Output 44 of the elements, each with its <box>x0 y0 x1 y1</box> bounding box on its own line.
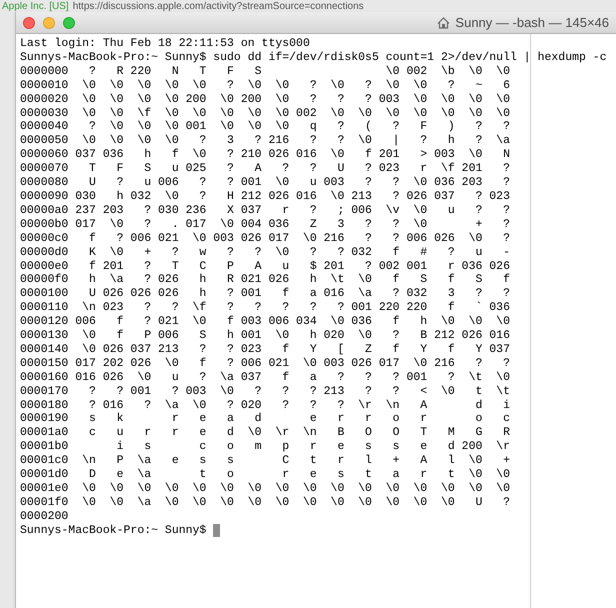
terminal-line: 00000a0 237 203 ? 030 236 X 037 r ? ; 006 \v \0 u ? ? <box>20 204 511 218</box>
terminal-line: 00001d0 D e \a t o r e s t a r t \0 \0 <box>20 468 511 482</box>
terminal-line: 0000080 U ? u 006 ? ? 001 \0 u 003 ? ? \0 036 203 ? <box>20 176 511 190</box>
terminal-line: 00000e0 f 201 ? T C P A u $ 201 ? 002 001 r 036 026 <box>20 260 511 274</box>
terminal-line: 0000200 <box>20 510 70 524</box>
home-icon <box>437 16 450 28</box>
terminal-line: 0000180 ? 016 ? \a \0 ? 020 ? ? ? \r \n A d i <box>20 398 511 412</box>
close-button[interactable] <box>23 16 35 28</box>
terminal-line: 0000110 \n 023 ? ? \f ? ? ? ? ? 001 220 220 f ` 036 <box>20 301 511 316</box>
terminal-line: 00001c0 \n P \a e s s C t r l + A l \0 + <box>20 454 511 468</box>
terminal-line: 0000100 U 026 026 026 h ? 001 f a 016 \a ? 032 3 ? ? <box>20 287 511 302</box>
terminal-line: 0000190 s k r e a d e r r o r o c <box>20 412 511 426</box>
terminal-line: Sunnys-MacBook-Pro:~ Sunny$ sudo dd if=/dev/rdisk0s5 count=1 2>/dev/null | hexdump -c <box>20 50 608 65</box>
terminal-line: 00001a0 c u r r e d \0 \r \n B O O T M G R <box>20 426 511 440</box>
terminal-line: Last login: Thu Feb 18 22:11:53 on ttys000 <box>20 37 311 51</box>
terminal-line: 0000140 \0 026 037 213 ? ? 023 f Y [ Z f Y f Y 037 <box>20 342 511 357</box>
terminal-line: 00000f0 h \a ? 026 h R 021 026 h \t \0 f S f S f <box>20 273 511 288</box>
terminal-line: 0000160 016 026 \0 u ? \a 037 f a ? ? ? 001 ? \t \0 <box>20 370 511 385</box>
terminal-line: 0000060 037 036 h f \0 ? 210 026 016 \0 f 201 > 003 \0 N <box>20 148 511 162</box>
terminal-line: 0000120 006 f ? 021 \0 f 003 006 034 \0 036 f h \0 \0 \0 <box>20 315 511 330</box>
terminal-line: 0000070 T F S u 025 ? A ? ? U ? 023 r \f 201 ? <box>20 162 511 176</box>
terminal-line: 00001e0 \0 \0 \0 \0 \0 \0 \0 \0 \0 \0 \0 \0 \0 \0 \0 \0 <box>20 482 511 496</box>
terminal-line: 0000040 ? \0 \0 \0 001 \0 \0 \0 q ? ( ? F ) ? ? <box>20 120 511 134</box>
terminal-line: 00000b0 017 \0 ? . 017 \0 004 036 Z 3 ? ? \0 + ? <box>20 218 511 232</box>
terminal-line: 0000000 ? R 220 N T F S \0 002 \b \0 \0 <box>20 64 511 79</box>
terminal-line: Sunnys-MacBook-Pro:~ Sunny$ <box>20 524 206 538</box>
terminal-line: 0000130 \0 f P 006 S h 001 \0 h 020 \0 ? B 212 026 016 <box>20 329 511 343</box>
terminal-line: 0000150 017 202 026 \0 f ? 006 021 \0 003 026 017 \0 216 ? ? <box>20 356 511 371</box>
zoom-button[interactable] <box>63 16 75 28</box>
url-text: https://discussions.apple.com/activity?streamSource=connections <box>72 1 364 12</box>
terminal-line: 00000c0 f ? 006 021 \0 003 026 017 \0 216 ? ? 006 026 \0 ? <box>20 232 511 246</box>
terminal-line: 00000d0 K \0 + ? w ? ? \0 ? ? 032 f # ? u - <box>20 246 511 260</box>
organization-label: Apple Inc. [US] <box>2 1 69 12</box>
terminal-line: 0000030 \0 \0 \f \0 \0 \0 \0 \0 002 \0 \0 \0 \0 \0 \0 \0 <box>20 106 511 120</box>
terminal-line: 0000170 ? ? 001 ? 003 \0 ? ? ? 213 ? ? < \0 t \t <box>20 384 511 399</box>
terminal-line: 00001f0 \0 \0 \a \0 \0 \0 \0 \0 \0 \0 \0 \0 \0 \0 U ? <box>20 496 511 510</box>
terminal-line: 0000010 \0 \0 \0 \0 \0 ? \0 \0 ? \0 ? \0 \0 ? ~ 6 <box>20 78 511 93</box>
terminal-line: 0000090 030 h 032 \0 ? H 212 026 016 \0 213 ? 026 037 ? 023 <box>20 190 511 204</box>
window-title: Sunny — -bash — 145×46 <box>455 14 609 32</box>
terminal-line: 00001b0 i s c o m p r e s s e d 200 \r <box>20 440 511 454</box>
terminal-line: 0000050 \0 \0 \0 \0 ? 3 ? 216 ? ? \0 | ? h ? \a <box>20 134 511 148</box>
cursor-icon <box>213 524 220 538</box>
terminal-line: 0000020 \0 \0 \0 \0 200 \0 200 \0 ? ? ? 003 \0 \0 \0 \0 <box>20 92 511 107</box>
minimize-button[interactable] <box>43 16 55 28</box>
